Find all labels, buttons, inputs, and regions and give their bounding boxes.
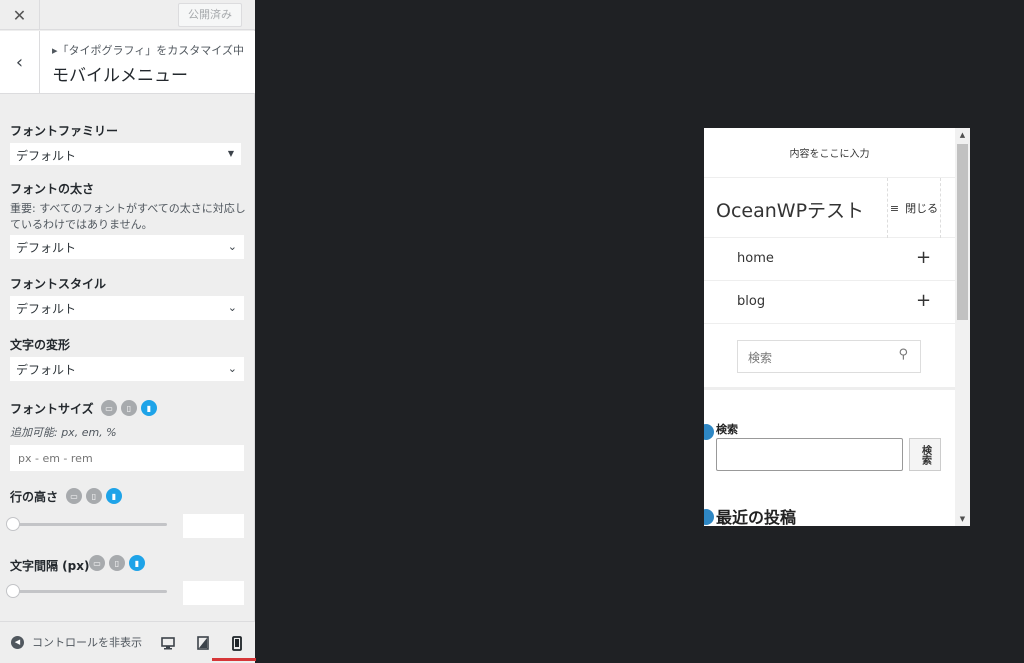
publish-button[interactable]: 公開済み (178, 3, 242, 27)
font-size-input[interactable] (10, 445, 244, 471)
close-customizer-button[interactable]: ✕ (0, 0, 40, 30)
font-family-select[interactable]: デフォルト ▼ (10, 143, 241, 165)
mobile-menu-search-area: 検索 ⚲ (704, 324, 955, 390)
caret-down-icon: ▼ (227, 149, 234, 158)
font-size-label: フォントサイズ (10, 402, 94, 416)
mobile-device-button[interactable]: ▮ (106, 488, 122, 504)
breadcrumb: ▸「タイポグラフィ」をカスタマイズ中 (52, 44, 244, 57)
mobile-search-input[interactable]: 検索 ⚲ (737, 340, 921, 373)
search-placeholder: 検索 (748, 351, 773, 365)
search-widget-input[interactable] (716, 438, 903, 471)
expand-plus-icon[interactable]: + (916, 247, 931, 268)
tablet-icon (197, 636, 209, 650)
desktop-icon: ▭ (93, 558, 101, 568)
collapse-label: コントロールを非表示 (32, 636, 142, 649)
tablet-device-button[interactable]: ▯ (109, 555, 125, 571)
close-icon: ✕ (12, 5, 27, 25)
font-weight-description: 重要: すべてのフォントがすべての太さに対応しているわけではありません。 (10, 202, 246, 231)
mobile-icon: ▮ (146, 403, 152, 413)
mobile-icon: ▮ (134, 558, 140, 568)
section-header: ‹ ▸「タイポグラフィ」をカスタマイズ中 モバイルメニュー (0, 31, 255, 94)
preview-desktop-button[interactable] (160, 635, 176, 651)
customizer-sidebar: ✕ 公開済み ‹ ▸「タイポグラフィ」をカスタマイズ中 モバイルメニュー フォン… (0, 0, 256, 663)
top-bar-text: 内容をここに入力 (789, 149, 870, 160)
chevron-down-icon: ⌄ (227, 301, 237, 314)
mobile-device-button[interactable]: ▮ (141, 400, 157, 416)
mobile-menu-toggle[interactable]: ≡ 閉じる (887, 178, 941, 238)
font-weight-select[interactable]: デフォルト ⌄ (10, 235, 244, 259)
letter-spacing-value-input[interactable] (183, 581, 244, 605)
font-style-label: フォントスタイル (10, 277, 107, 291)
line-height-device-switcher: ▭ ▯ ▮ (66, 488, 122, 504)
scroll-up-arrow-icon[interactable]: ▲ (955, 131, 970, 139)
desktop-icon: ▭ (105, 403, 113, 413)
mobile-device-button[interactable]: ▮ (129, 555, 145, 571)
tablet-device-button[interactable]: ▯ (121, 400, 137, 416)
font-weight-label: フォントの太さ (10, 182, 95, 196)
mobile-menu-item[interactable]: home + (704, 238, 955, 281)
letter-spacing-label: 文字間隔 (px) (10, 559, 90, 573)
preview-top-bar: 内容をここに入力 (704, 128, 955, 178)
collapse-controls-button[interactable]: ◀ コントロールを非表示 (11, 634, 142, 650)
text-transform-value: デフォルト (16, 363, 77, 377)
line-height-slider[interactable] (6, 517, 167, 531)
desktop-device-button[interactable]: ▭ (89, 555, 105, 571)
desktop-device-button[interactable]: ▭ (101, 400, 117, 416)
edit-shortcut-icon[interactable] (704, 509, 714, 525)
chevron-down-icon: ⌄ (227, 362, 237, 375)
section-title: モバイルメニュー (52, 66, 188, 86)
font-size-device-switcher: ▭ ▯ ▮ (101, 400, 157, 416)
font-style-select[interactable]: デフォルト ⌄ (10, 296, 244, 320)
preview-site-header: OceanWPテスト ≡ 閉じる (704, 178, 955, 238)
desktop-device-button[interactable]: ▭ (66, 488, 82, 504)
mobile-menu-item[interactable]: blog + (704, 281, 955, 324)
desktop-icon (161, 636, 175, 649)
menu-item-label: home (737, 251, 774, 266)
font-size-description: 追加可能: px, em, % (10, 426, 117, 439)
font-family-value: デフォルト (16, 149, 77, 163)
chevron-down-icon: ⌄ (227, 240, 237, 253)
expand-plus-icon[interactable]: + (916, 290, 931, 311)
site-title[interactable]: OceanWPテスト (716, 196, 864, 223)
preview-mobile-button[interactable] (229, 635, 245, 651)
site-preview: 内容をここに入力 OceanWPテスト ≡ 閉じる home + blog + … (704, 128, 970, 526)
font-family-label: フォントファミリー (10, 124, 119, 138)
tablet-device-button[interactable]: ▯ (86, 488, 102, 504)
recent-posts-title: 最近の投稿 (716, 508, 797, 526)
desktop-icon: ▭ (70, 491, 78, 501)
chevron-left-icon: ‹ (15, 52, 24, 73)
preview-scrollbar[interactable]: ▲ ▼ (955, 128, 970, 526)
tablet-icon: ▯ (114, 558, 120, 568)
scrollbar-thumb[interactable] (957, 144, 968, 320)
mobile-icon (232, 635, 242, 651)
line-height-label: 行の高さ (10, 490, 59, 504)
search-widget-button[interactable]: 検索 (909, 438, 941, 471)
font-style-value: デフォルト (16, 302, 77, 316)
search-icon: ⚲ (898, 347, 908, 362)
letter-spacing-device-switcher: ▭ ▯ ▮ (89, 555, 145, 571)
customizer-footer: ◀ コントロールを非表示 (0, 621, 255, 663)
slider-handle[interactable] (6, 517, 20, 531)
hamburger-icon: ≡ (889, 201, 900, 215)
line-height-value-input[interactable] (183, 514, 244, 538)
font-weight-value: デフォルト (16, 241, 77, 255)
tablet-icon: ▯ (91, 491, 97, 501)
preview-tablet-button[interactable] (195, 635, 211, 651)
scroll-down-arrow-icon[interactable]: ▼ (955, 515, 970, 523)
search-widget-title: 検索 (716, 423, 738, 436)
letter-spacing-slider[interactable] (6, 584, 167, 598)
mobile-icon: ▮ (111, 491, 117, 501)
menu-toggle-label: 閉じる (905, 202, 939, 215)
tablet-icon: ▯ (126, 403, 132, 413)
menu-item-label: blog (737, 294, 766, 309)
edit-shortcut-icon[interactable] (704, 424, 714, 440)
back-button[interactable]: ‹ (0, 31, 40, 94)
text-transform-label: 文字の変形 (10, 338, 71, 352)
customizer-header: ✕ 公開済み (0, 0, 255, 30)
active-device-indicator (212, 658, 256, 661)
collapse-icon: ◀ (11, 635, 24, 649)
slider-handle[interactable] (6, 584, 20, 598)
text-transform-select[interactable]: デフォルト ⌄ (10, 357, 244, 381)
